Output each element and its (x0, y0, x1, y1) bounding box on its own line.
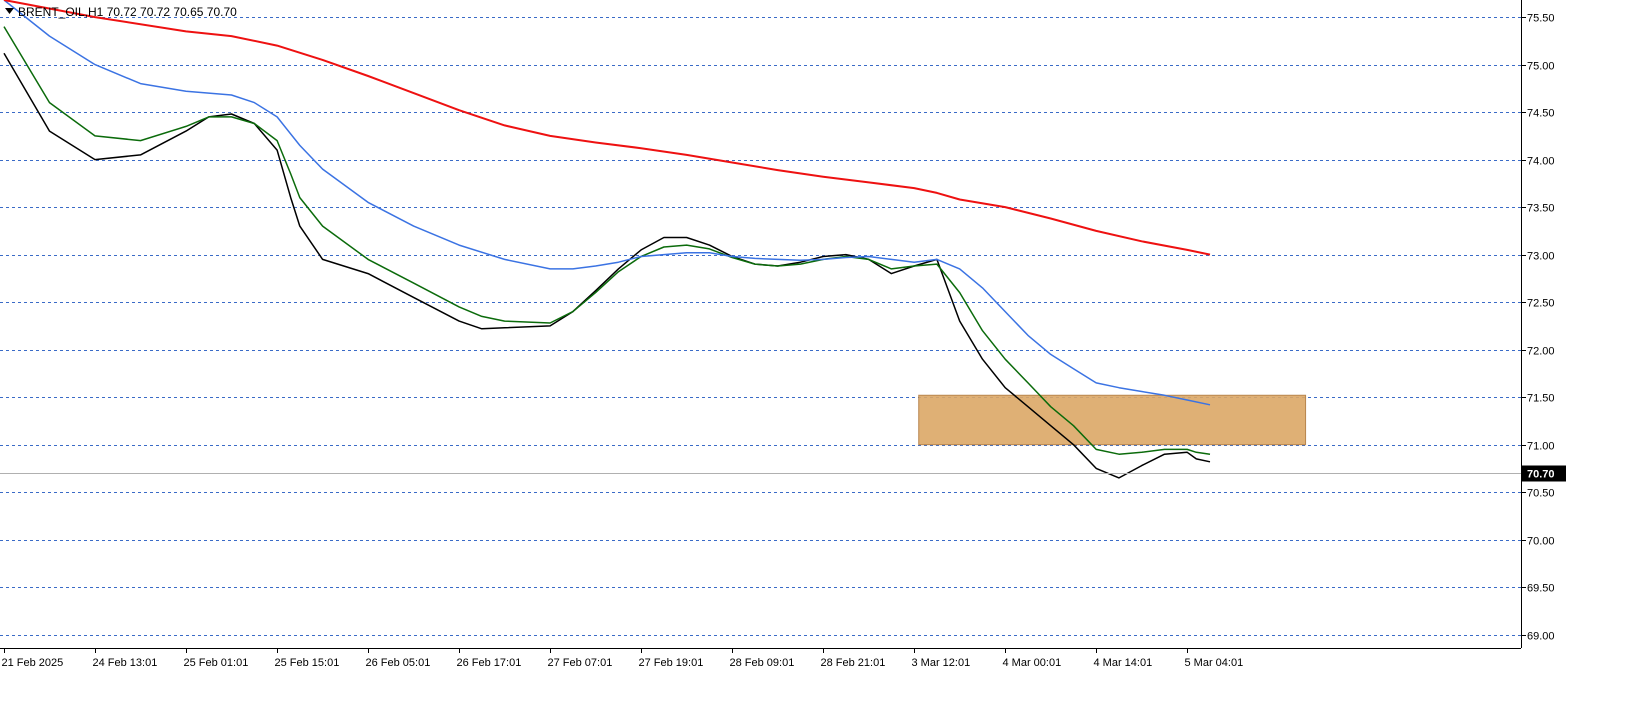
price-tick-label: 71.00 (1527, 441, 1555, 453)
price-tick-label: 75.00 (1527, 61, 1555, 73)
price-tick-label: 71.50 (1527, 393, 1555, 405)
time-tick-label: 26 Feb 05:01 (366, 657, 431, 669)
time-tick-label: 5 Mar 04:01 (1185, 657, 1244, 669)
time-tick-label: 28 Feb 21:01 (821, 657, 886, 669)
price-tag-label: 70.70 (1527, 469, 1555, 481)
symbol-info: BRENT_OIL,H1 70.72 70.72 70.65 70.70 (18, 5, 237, 19)
time-tick-label: 4 Mar 00:01 (1003, 657, 1062, 669)
chart-canvas[interactable]: 75.50 75.00 74.50 74.00 73.50 73.00 72.50 72.00… (0, 0, 1651, 708)
support-zone-rect (918, 394, 1307, 446)
support-zone (918, 394, 1307, 446)
current-price-tag: 70.70 (1522, 465, 1566, 482)
chart-background (0, 0, 1651, 708)
time-tick-label: 21 Feb 2025 (2, 657, 64, 669)
price-tick-label: 70.50 (1527, 488, 1555, 500)
price-tick-label: 75.50 (1527, 13, 1555, 25)
time-tick-label: 3 Mar 12:01 (912, 657, 971, 669)
price-tick-label: 72.50 (1527, 298, 1555, 310)
price-tick-label: 74.00 (1527, 156, 1555, 168)
time-tick-label: 25 Feb 15:01 (275, 657, 340, 669)
price-tick-label: 72.00 (1527, 346, 1555, 358)
price-tick-label: 69.00 (1527, 631, 1555, 643)
price-tick-label: 69.50 (1527, 583, 1555, 595)
time-tick-label: 26 Feb 17:01 (457, 657, 522, 669)
price-tick-label: 73.50 (1527, 203, 1555, 215)
time-tick-label: 28 Feb 09:01 (730, 657, 795, 669)
price-tick-label: 70.00 (1527, 536, 1555, 548)
time-tick-label: 27 Feb 07:01 (548, 657, 613, 669)
price-chart[interactable]: 75.50 75.00 74.50 74.00 73.50 73.00 72.50 72.00… (0, 0, 1651, 708)
time-tick-label: 25 Feb 01:01 (184, 657, 249, 669)
time-tick-label: 27 Feb 19:01 (639, 657, 704, 669)
time-tick-label: 24 Feb 13:01 (93, 657, 158, 669)
price-tick-label: 74.50 (1527, 108, 1555, 120)
time-tick-label: 4 Mar 14:01 (1094, 657, 1153, 669)
price-tick-label: 73.00 (1527, 251, 1555, 263)
chart-header: BRENT_OIL,H1 70.72 70.72 70.65 70.70 (5, 5, 237, 19)
